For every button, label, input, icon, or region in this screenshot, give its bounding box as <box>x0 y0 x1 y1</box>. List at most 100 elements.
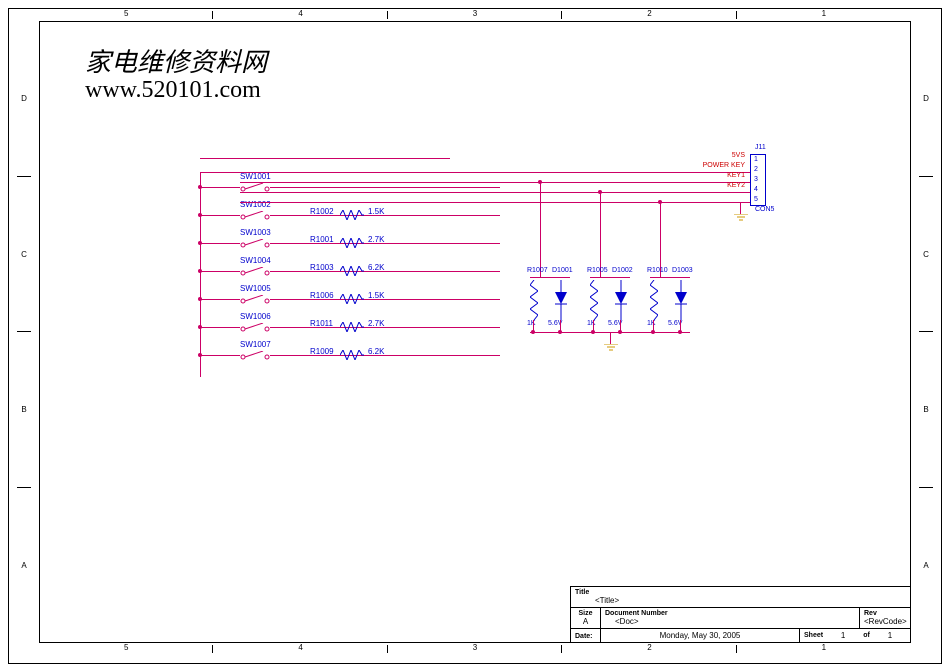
diode-ref: D1001 <box>552 267 573 274</box>
wire <box>240 182 750 183</box>
ruler-col: 2 <box>562 643 736 655</box>
diode-ref: D1002 <box>612 267 633 274</box>
resistor-icon <box>340 266 364 276</box>
resistor-value: 1.5K <box>368 291 384 300</box>
tb-sheet-label: Sheet <box>804 632 823 639</box>
connector-type: CON5 <box>755 206 774 213</box>
ruler-col: 5 <box>39 9 213 21</box>
zener-diode-icon <box>675 280 687 320</box>
switch-icon <box>240 238 270 250</box>
resistor-ref: R1002 <box>310 207 334 216</box>
wire <box>200 215 240 216</box>
wire <box>200 355 240 356</box>
resistor-icon <box>650 280 658 320</box>
connector-pin: 1 <box>751 155 765 165</box>
switch-icon <box>240 350 270 362</box>
wire <box>270 271 500 272</box>
resistor-ref: R1009 <box>310 347 334 356</box>
tb-rev-label: Rev <box>864 610 906 617</box>
switch-icon <box>240 266 270 278</box>
connector-ref: J11 <box>755 144 766 151</box>
ruler-col: 4 <box>213 9 387 21</box>
ruler-row: B <box>9 332 39 488</box>
ruler-row: A <box>911 488 941 644</box>
wire <box>200 327 240 328</box>
wire <box>200 172 750 173</box>
ruler-col: 1 <box>737 9 911 21</box>
page-frame: 5 4 3 2 1 D C B A D C B A 5 4 3 2 1 家电维修… <box>8 8 942 664</box>
switch-ref: SW1004 <box>240 256 271 265</box>
wire <box>270 215 500 216</box>
tb-of-label: of <box>863 632 870 639</box>
resistor-ref: R1006 <box>310 291 334 300</box>
ruler-row: B <box>911 332 941 488</box>
ruler-col: 5 <box>39 643 213 655</box>
wire <box>610 332 611 344</box>
wire <box>590 277 630 278</box>
ruler-col: 3 <box>388 9 562 21</box>
resistor-ref: R1011 <box>310 319 333 328</box>
ruler-col: 3 <box>388 643 562 655</box>
ruler-top: 5 4 3 2 1 <box>39 9 911 21</box>
wire <box>270 299 500 300</box>
resistor-value: 1K <box>587 320 596 327</box>
resistor-ref: R1010 <box>647 267 668 274</box>
ruler-right: D C B A <box>911 21 941 643</box>
switch-ref: SW1001 <box>240 172 271 181</box>
wire <box>540 182 541 277</box>
switch-ref: SW1003 <box>240 228 271 237</box>
resistor-value: 1K <box>647 320 656 327</box>
ruler-row: C <box>9 177 39 333</box>
net-label: KEY2 <box>685 182 745 189</box>
wire <box>660 202 661 277</box>
tb-title-label: Title <box>575 589 906 596</box>
resistor-value: 1.5K <box>368 207 384 216</box>
connector: 1 2 3 4 5 <box>750 154 766 206</box>
resistor-icon <box>530 280 538 320</box>
switch-ref: SW1006 <box>240 312 271 321</box>
connector-pin: 2 <box>751 165 765 175</box>
ruler-col: 1 <box>737 643 911 655</box>
resistor-ref: R1003 <box>310 263 334 272</box>
tb-title: <Title> <box>575 596 906 605</box>
ruler-col: 4 <box>213 643 387 655</box>
resistor-ref: R1005 <box>587 267 608 274</box>
ruler-bottom: 5 4 3 2 1 <box>39 643 911 655</box>
title-block: Title <Title> Size A Document Number <Do… <box>570 586 910 642</box>
resistor-icon <box>340 350 364 360</box>
resistor-value: 1K <box>527 320 536 327</box>
ground-icon <box>604 344 618 354</box>
wire <box>270 187 500 188</box>
schematic: SW1001 SW1002 SW1003 SW1004 SW1005 <box>200 172 820 412</box>
watermark-url: www.520101.com <box>85 77 261 104</box>
junction <box>538 180 542 184</box>
wire <box>650 277 690 278</box>
switch-icon <box>240 294 270 306</box>
wire <box>240 192 750 193</box>
connector-pin: 3 <box>751 175 765 185</box>
switch-ref: SW1005 <box>240 284 271 293</box>
resistor-icon <box>340 210 364 220</box>
net-label: KEY1 <box>685 172 745 179</box>
wire <box>200 187 240 188</box>
resistor-icon <box>340 294 364 304</box>
tb-doc: <Doc> <box>605 617 855 626</box>
resistor-value: 6.2K <box>368 347 384 356</box>
tb-date: Monday, May 30, 2005 <box>660 631 741 640</box>
wire <box>600 192 601 277</box>
ruler-row: D <box>9 21 39 177</box>
ruler-row: C <box>911 177 941 333</box>
diode-ref: D1003 <box>672 267 693 274</box>
ruler-row: D <box>911 21 941 177</box>
net-label: POWER KEY <box>685 162 745 169</box>
tb-doc-label: Document Number <box>605 610 855 617</box>
tb-sheet: 1 <box>827 631 859 640</box>
watermark-chinese: 家电维修资料网 <box>85 42 267 79</box>
wire <box>200 243 240 244</box>
junction <box>658 200 662 204</box>
zener-diode-icon <box>615 280 627 320</box>
resistor-icon <box>340 322 364 332</box>
net-label: 5VS <box>685 152 745 159</box>
junction <box>598 190 602 194</box>
connector-pin: 5 <box>751 195 765 205</box>
